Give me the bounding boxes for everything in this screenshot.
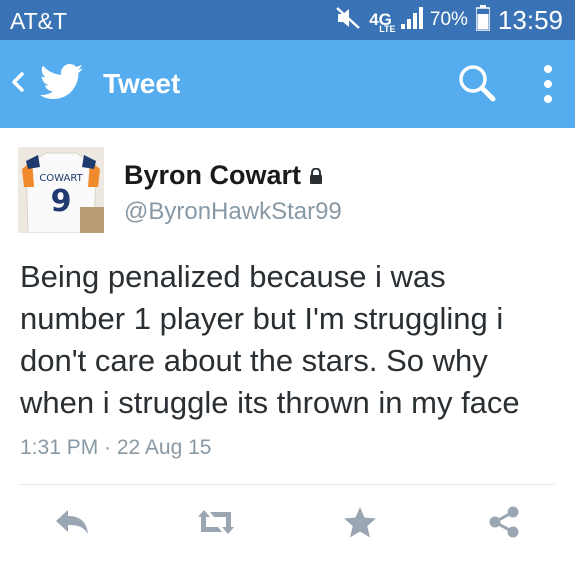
reply-button[interactable] — [52, 505, 92, 539]
status-icons: 4G LTE 70% 13:59 — [327, 4, 563, 36]
tweet-text: Being penalized because i was number 1 p… — [20, 256, 565, 424]
share-button[interactable] — [486, 505, 526, 539]
battery-percent: 70% — [429, 9, 468, 30]
carrier-label: AT&T — [10, 8, 68, 34]
network-sub-label: LTE — [379, 24, 396, 34]
author-name-row[interactable]: Byron Cowart — [124, 160, 323, 191]
mute-icon — [335, 6, 361, 34]
back-chevron-icon — [10, 70, 26, 99]
clock: 13:59 — [497, 4, 563, 35]
tweet-text-line: number 1 player but I'm struggling i — [20, 301, 504, 336]
reply-icon — [52, 510, 92, 543]
signal-icon — [400, 6, 424, 35]
retweet-button[interactable] — [194, 505, 234, 539]
tweet-text-line: when i struggle its thrown in my face — [20, 385, 520, 420]
tweet-text-line: Being penalized because i was — [20, 259, 446, 294]
jersey-name: COWART — [39, 173, 83, 184]
divider — [20, 484, 555, 485]
search-icon — [456, 65, 498, 108]
status-bar: AT&T 4G LTE 70% 13:59 — [0, 0, 575, 40]
favorite-star-icon — [342, 507, 378, 543]
app-header: Tweet — [0, 40, 575, 128]
battery-icon — [475, 4, 491, 36]
favorite-button[interactable] — [342, 505, 382, 539]
tweet-timestamp[interactable]: 1:31 PM · 22 Aug 15 — [20, 436, 211, 460]
share-icon — [486, 506, 522, 543]
twitter-bird-icon — [39, 63, 84, 105]
more-options-button[interactable] — [536, 62, 560, 106]
tweet-text-line: don't care about the stars. So why — [20, 343, 488, 378]
search-button[interactable] — [456, 62, 498, 104]
lock-icon — [309, 167, 323, 184]
network-type: 4G LTE — [369, 10, 395, 34]
author-handle[interactable]: @ByronHawkStar99 — [124, 198, 342, 226]
retweet-icon — [194, 510, 238, 543]
header-title: Tweet — [103, 68, 181, 99]
avatar[interactable]: COWART 9 — [18, 147, 104, 233]
more-vertical-icon — [536, 65, 560, 110]
jersey-number: 9 — [51, 184, 72, 219]
jersey-photo-icon: COWART 9 — [18, 147, 104, 233]
author-name: Byron Cowart — [124, 160, 302, 190]
